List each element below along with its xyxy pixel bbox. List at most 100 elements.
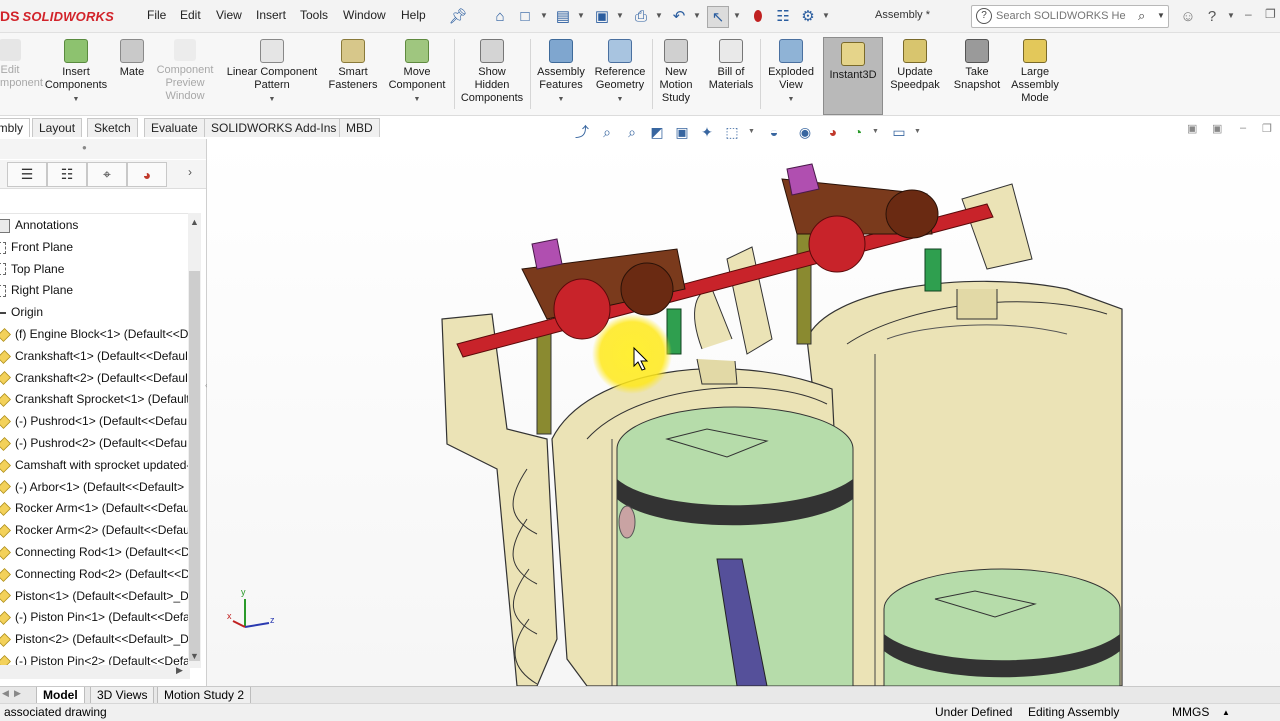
tree-scrollbar[interactable] [188,213,201,668]
tab-motion-study-2[interactable]: Motion Study 2 [157,687,252,704]
linear-component-pattern-button[interactable]: Linear Component Pattern ▼ [222,39,322,106]
component-preview-window-button[interactable]: Component Preview Window [152,39,218,103]
options-dropdown-icon[interactable]: ▼ [822,11,830,20]
tree-item[interactable]: Piston<1> (Default<<Default>_D [0,585,188,607]
previous-view-icon[interactable]: ⌕ [623,123,641,141]
tab-evaluate[interactable]: Evaluate [144,118,205,137]
tree-horizontal-scrollbar[interactable]: ▶ [0,665,190,679]
pin-icon[interactable]: 📌︎ [448,6,468,26]
zoom-to-area-icon[interactable]: ⌕ [598,123,616,141]
doc-restore-icon[interactable]: ❐ [1262,122,1272,135]
select-dropdown-icon[interactable]: ▼ [733,11,741,20]
menu-window[interactable]: Window [343,8,386,22]
insert-components-button[interactable]: Insert Components ▼ [40,39,112,106]
restore-window-icon[interactable]: ❐ [1265,7,1276,21]
tree-item[interactable]: Right Plane [0,279,188,301]
home-icon[interactable]: ⌂ [490,6,510,26]
print-dropdown-icon[interactable]: ▼ [655,11,663,20]
tree-item[interactable]: Piston<2> (Default<<Default>_D [0,628,188,650]
help-icon[interactable]: ? [1202,6,1222,26]
hide-show-items-icon[interactable]: ◒ [765,123,783,141]
search-icon[interactable]: ⌕ [1138,8,1145,24]
scroll-up-icon[interactable]: ▲ [190,217,199,227]
tree-item[interactable]: Front Plane [0,236,188,258]
print-icon[interactable]: ⎙ [631,6,651,26]
save-icon[interactable]: ▣ [592,6,612,26]
undo-dropdown-icon[interactable]: ▼ [693,11,701,20]
status-units[interactable]: MMGS [1172,705,1209,719]
show-hidden-components-button[interactable]: Show Hidden Components [458,39,526,105]
update-speedpak-button[interactable]: Update Speedpak [886,39,944,92]
new-motion-study-button[interactable]: New Motion Study [654,39,698,105]
scene-dropdown-icon[interactable]: ▼ [872,128,879,135]
options-gear-icon[interactable]: ⚙ [798,6,818,26]
property-manager-tab-icon[interactable]: ☷ [47,162,87,187]
new-document-icon[interactable]: □ [515,6,535,26]
display-style-icon[interactable]: ⬚ [723,123,741,141]
tab-3d-views[interactable]: 3D Views [90,687,155,704]
tree-item[interactable]: Rocker Arm<1> (Default<<Defau [0,497,188,519]
insert-components-dropdown-icon[interactable]: ▼ [40,93,112,106]
select-pointer-icon[interactable]: ↖ [707,6,729,28]
menu-file[interactable]: File [147,8,166,22]
tree-item[interactable]: Crankshaft Sprocket<1> (Default [0,388,188,410]
tab-scroll-right-icon[interactable]: ▶ [14,688,21,699]
doc-minimize-icon[interactable]: – [1240,122,1246,134]
bill-of-materials-button[interactable]: Bill of Materials [704,39,758,92]
tree-item[interactable]: Connecting Rod<1> (Default<<D [0,541,188,563]
scroll-down-icon[interactable]: ▼ [190,651,199,661]
exploded-view-button[interactable]: Exploded View ▼ [764,39,818,106]
tree-item[interactable]: Annotations [0,214,188,236]
tree-item[interactable]: Rocker Arm<2> (Default<<Defau [0,519,188,541]
panel-grip-icon[interactable]: ● [82,143,87,152]
units-dropdown-icon[interactable]: ▲ [1222,708,1230,717]
traffic-light-icon[interactable]: ⬮ [748,6,768,26]
dynamic-annotation-icon[interactable]: ▣ [673,123,691,141]
new-dropdown-icon[interactable]: ▼ [540,11,548,20]
view-dropdown-icon[interactable]: ▼ [748,128,755,135]
help-search-input[interactable] [996,8,1126,23]
tree-item[interactable]: Crankshaft<1> (Default<<Defaul [0,345,188,367]
solidworks-logo[interactable]: DS SOLIDWORKS [0,0,118,32]
help-dropdown-icon[interactable]: ▼ [1227,11,1235,20]
menu-tools[interactable]: Tools [300,8,328,22]
help-search-box[interactable]: ? ⌕ ▼ [971,5,1169,28]
take-snapshot-button[interactable]: Take Snapshot [948,39,1006,92]
menu-view[interactable]: View [216,8,242,22]
undo-icon[interactable]: ↶ [669,6,689,26]
linear-pattern-dropdown-icon[interactable]: ▼ [222,93,322,106]
move-component-button[interactable]: Move Component ▼ [384,39,450,106]
menu-help[interactable]: Help [401,8,426,22]
tab-layout[interactable]: Layout [32,118,83,137]
tree-item[interactable]: Origin [0,301,188,323]
open-dropdown-icon[interactable]: ▼ [577,11,585,20]
large-assembly-mode-button[interactable]: Large Assembly Mode [1008,39,1062,105]
search-dropdown-icon[interactable]: ▼ [1157,11,1165,20]
tree-item[interactable]: Crankshaft<2> (Default<<Defaul [0,367,188,389]
tab-model[interactable]: Model [36,687,85,704]
tab-assembly[interactable]: Assembly [0,118,30,137]
view-orientation-icon[interactable]: ✦ [698,123,716,141]
scroll-right-icon[interactable]: ▶ [176,665,183,676]
tree-item[interactable]: Top Plane [0,258,188,280]
chevron-right-icon[interactable]: › [188,165,192,179]
file-properties-icon[interactable]: ☷ [773,6,793,26]
tab-sketch[interactable]: Sketch [87,118,138,137]
menu-edit[interactable]: Edit [180,8,201,22]
tab-mbd[interactable]: MBD [339,118,380,137]
feature-manager-tab-icon[interactable]: ☰ [7,162,47,187]
tree-item[interactable]: (-) Pushrod<1> (Default<<Defau [0,410,188,432]
tab-solidworks-add-ins[interactable]: SOLIDWORKS Add-Ins [204,118,344,137]
graphics-area[interactable]: y z x [207,139,1280,686]
minimize-window-icon[interactable]: – [1245,7,1252,21]
tree-item[interactable]: Connecting Rod<2> (Default<<D [0,563,188,585]
reference-geometry-dropdown-icon[interactable]: ▼ [590,93,650,106]
menu-insert[interactable]: Insert [256,8,286,22]
move-component-dropdown-icon[interactable]: ▼ [384,93,450,106]
user-account-icon[interactable]: ☺ [1178,6,1198,26]
open-folder-icon[interactable]: ▤ [553,6,573,26]
tree-item[interactable]: (-) Arbor<1> (Default<<Default> [0,476,188,498]
section-view-icon[interactable]: ◩ [648,123,666,141]
display-manager-tab-icon[interactable]: ◕ [127,162,167,187]
tile-left-icon[interactable]: ▣ [1187,122,1197,135]
